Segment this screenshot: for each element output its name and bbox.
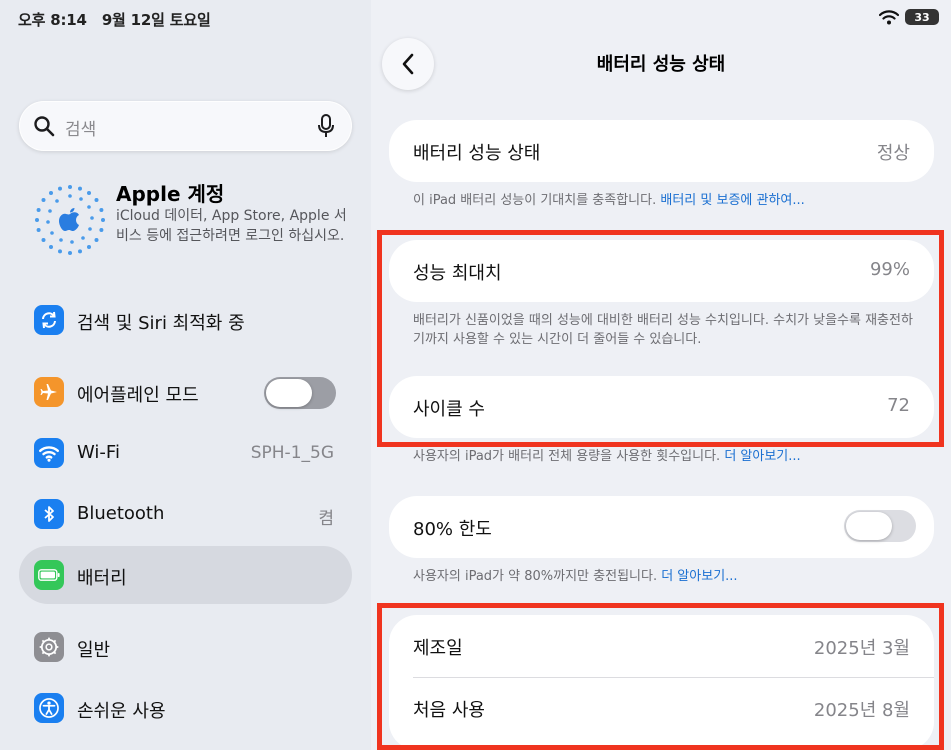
battery-icon [34, 560, 64, 590]
microphone-icon[interactable] [318, 114, 334, 138]
charge-limit-label: 80% 한도 [413, 519, 492, 540]
search-icon [34, 116, 55, 137]
sync-icon [34, 305, 64, 335]
cycle-learn-more-link[interactable]: 더 알아보기... [724, 449, 800, 464]
wifi-status-icon [879, 10, 899, 25]
accessibility-icon [34, 693, 64, 723]
account-name: Apple 계정 [116, 182, 225, 206]
battery-health-label: 배터리 성능 상태 [413, 143, 541, 164]
battery-level: 33 [914, 10, 930, 24]
sidebar-item-label: 에어플레인 모드 [77, 385, 199, 406]
detail-pane: 33 배터리 성능 상태 배터리 성능 상태 정상 이 iPad 배터리 성능이… [371, 0, 951, 750]
sidebar-item-battery[interactable]: 배터리 [19, 546, 352, 604]
sidebar-item-label: 손쉬운 사용 [77, 701, 166, 722]
bluetooth-status: 켬 [318, 509, 334, 529]
status-time: 오후 8:14 [18, 11, 87, 29]
sidebar: 오후 8:14 9월 12일 토요일 검색 Apple 계정 iCloud 데이… [0, 0, 371, 750]
bluetooth-icon [34, 499, 64, 529]
airplane-mode-toggle[interactable] [264, 377, 336, 409]
apple-account-icon [35, 185, 105, 255]
charge-limit-row: 80% 한도 [389, 496, 934, 558]
battery-status-icon: 33 [905, 9, 939, 25]
search-placeholder: 검색 [65, 120, 97, 140]
toggle-knob [846, 512, 892, 540]
charge-limit-learn-more-link[interactable]: 더 알아보기... [661, 569, 737, 584]
wifi-network-name: SPH-1_5G [250, 443, 334, 463]
charge-limit-note: 사용자의 iPad가 약 80%까지만 충전됩니다. 더 알아보기... [413, 567, 913, 586]
sidebar-item-label: 검색 및 Siri 최적화 중 [77, 313, 245, 334]
status-date: 9월 12일 토요일 [101, 11, 211, 29]
apple-account[interactable]: Apple 계정 iCloud 데이터, App Store, Apple 서비… [34, 176, 354, 276]
highlight-box-dates [377, 603, 944, 750]
page-title: 배터리 성능 상태 [596, 54, 726, 75]
cycle-count-note-text: 사용자의 iPad가 배터리 전체 용량을 사용한 횟수입니다. [413, 449, 725, 464]
charge-limit-note-text: 사용자의 iPad가 약 80%까지만 충전됩니다. [413, 569, 662, 584]
sidebar-item-siri-optimizing[interactable]: 검색 및 Siri 최적화 중 [19, 291, 352, 349]
battery-health-row: 배터리 성능 상태 정상 [389, 120, 934, 182]
battery-health-value: 정상 [876, 143, 910, 164]
sidebar-item-label: 배터리 [77, 568, 127, 589]
search-input[interactable]: 검색 [19, 101, 352, 151]
charge-limit-toggle[interactable] [844, 510, 916, 542]
sidebar-item-general[interactable]: 일반 [19, 618, 352, 676]
sidebar-item-label: 일반 [77, 640, 111, 661]
status-bar-right: 33 [879, 9, 939, 25]
sidebar-item-label: Bluetooth [77, 503, 165, 524]
battery-health-card: 배터리 성능 상태 정상 [389, 120, 934, 182]
wifi-icon [34, 438, 64, 468]
highlight-box-capacity-cycles [377, 230, 944, 447]
battery-health-note-text: 이 iPad 배터리 성능이 기대치를 충족합니다. [413, 193, 661, 208]
charge-limit-card: 80% 한도 [389, 496, 934, 558]
sidebar-item-airplane-mode[interactable]: 에어플레인 모드 [19, 363, 352, 421]
battery-warranty-link[interactable]: 배터리 및 보증에 관하여... [660, 193, 804, 208]
toggle-knob [266, 379, 312, 407]
status-bar-left: 오후 8:14 9월 12일 토요일 [18, 9, 211, 30]
gear-icon [34, 632, 64, 662]
sidebar-item-label: Wi-Fi [77, 442, 120, 463]
airplane-icon [34, 377, 64, 407]
battery-health-note: 이 iPad 배터리 성능이 기대치를 충족합니다. 배터리 및 보증에 관하여… [413, 191, 913, 210]
sidebar-item-wifi[interactable]: Wi-Fi SPH-1_5G [19, 424, 352, 482]
cycle-count-note: 사용자의 iPad가 배터리 전체 용량을 사용한 횟수입니다. 더 알아보기.… [413, 447, 913, 466]
sidebar-item-bluetooth[interactable]: Bluetooth 켬 [19, 485, 352, 543]
account-description: iCloud 데이터, App Store, Apple 서비스 등에 접근하려… [116, 208, 347, 244]
sidebar-item-accessibility[interactable]: 손쉬운 사용 [19, 679, 352, 737]
